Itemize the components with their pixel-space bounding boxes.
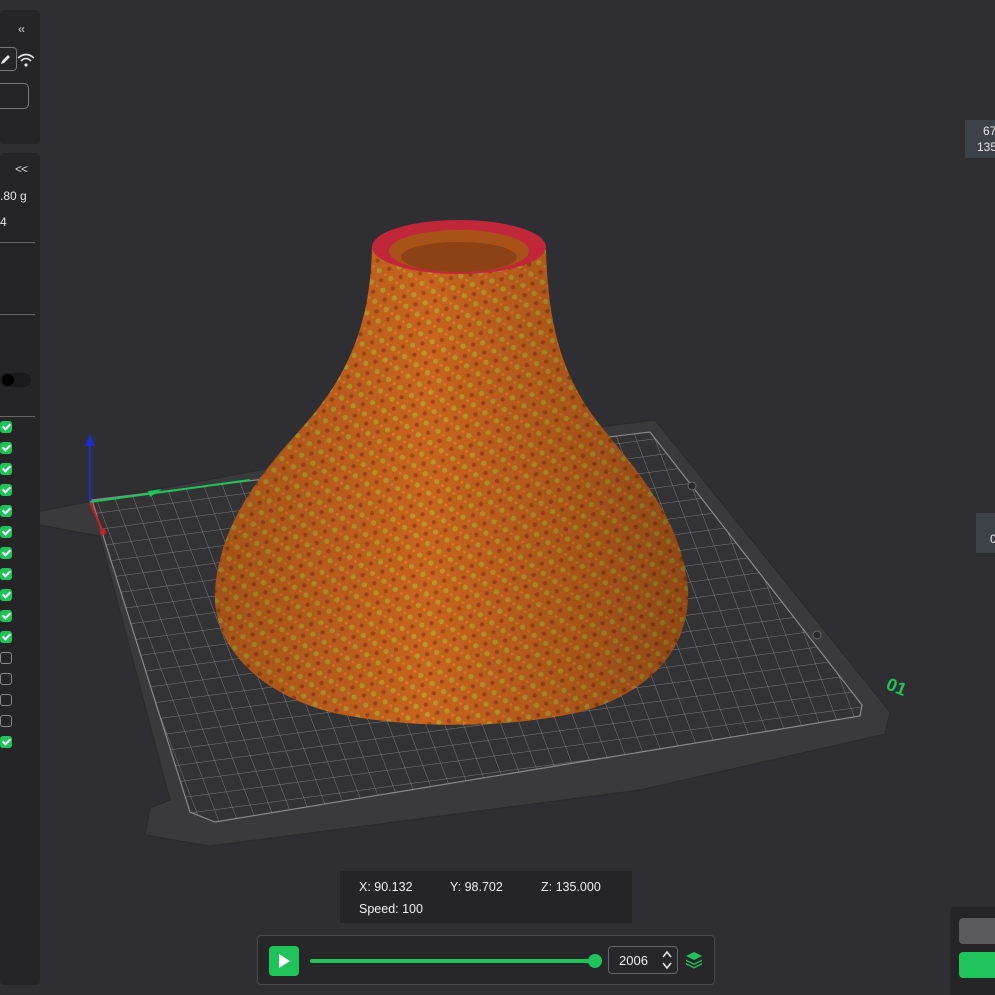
layer-range-top: 67 [983, 124, 995, 138]
feature-checkbox[interactable] [0, 610, 12, 622]
speed-value: Speed: 100 [359, 902, 423, 916]
layer-number-input[interactable]: 2006 [608, 946, 678, 974]
feature-checkbox[interactable] [0, 631, 12, 643]
vase-model [214, 220, 689, 725]
feature-checkbox[interactable] [0, 715, 12, 727]
move-slider-track[interactable] [310, 959, 595, 963]
filament-count: 4 [0, 215, 7, 229]
feature-checkbox[interactable] [0, 505, 12, 517]
coord-z: Z: 135.000 [541, 880, 601, 894]
feature-checkbox[interactable] [0, 694, 12, 706]
collapse-button[interactable]: ‹‹ [18, 22, 25, 36]
divider [0, 242, 35, 243]
filament-weight: .80 g [0, 189, 27, 203]
divider [0, 314, 35, 315]
display-toggle[interactable] [0, 373, 31, 387]
feature-checkbox[interactable] [0, 442, 12, 454]
feature-checkbox[interactable] [0, 547, 12, 559]
device-select[interactable] [0, 83, 29, 109]
coordinates-panel: X: 90.132 Y: 98.702 Z: 135.000 Speed: 10… [340, 871, 632, 923]
stepper-arrows-icon[interactable] [661, 949, 673, 971]
layer-range-bottom: 135 [977, 140, 995, 154]
feature-checkbox[interactable] [0, 484, 12, 496]
3d-viewport[interactable]: 01 [0, 0, 995, 995]
device-panel: ‹‹ [0, 10, 40, 144]
play-button[interactable] [269, 946, 299, 976]
playback-bar: 2006 [257, 935, 715, 985]
coord-x: X: 90.132 [359, 880, 413, 894]
plate-label: 01 [884, 674, 910, 700]
wifi-icon [17, 53, 35, 67]
layer-range-readout: 67 135 [965, 120, 995, 158]
feature-checkbox[interactable] [0, 673, 12, 685]
pencil-icon [1, 55, 10, 64]
legend-panel: << .80 g 4 [0, 153, 40, 985]
toggle-knob [2, 374, 14, 386]
layer-offset-value: 0 [990, 532, 995, 546]
edit-button[interactable] [0, 47, 17, 71]
layer-offset-readout: 0 [976, 513, 995, 553]
feature-checkbox[interactable] [0, 463, 12, 475]
feature-checkbox[interactable] [0, 736, 12, 748]
move-slider-thumb[interactable] [588, 954, 602, 968]
primary-action-button[interactable] [959, 952, 995, 978]
layer-number-value: 2006 [619, 953, 648, 968]
secondary-action-button[interactable] [959, 918, 995, 944]
feature-checkbox[interactable] [0, 652, 12, 664]
feature-checkbox[interactable] [0, 526, 12, 538]
layers-icon[interactable] [685, 951, 703, 969]
coord-y: Y: 98.702 [450, 880, 503, 894]
feature-checkbox[interactable] [0, 589, 12, 601]
divider [0, 416, 35, 417]
feature-checkbox[interactable] [0, 568, 12, 580]
feature-checkbox[interactable] [0, 421, 12, 433]
legend-collapse-button[interactable]: << [15, 162, 28, 176]
